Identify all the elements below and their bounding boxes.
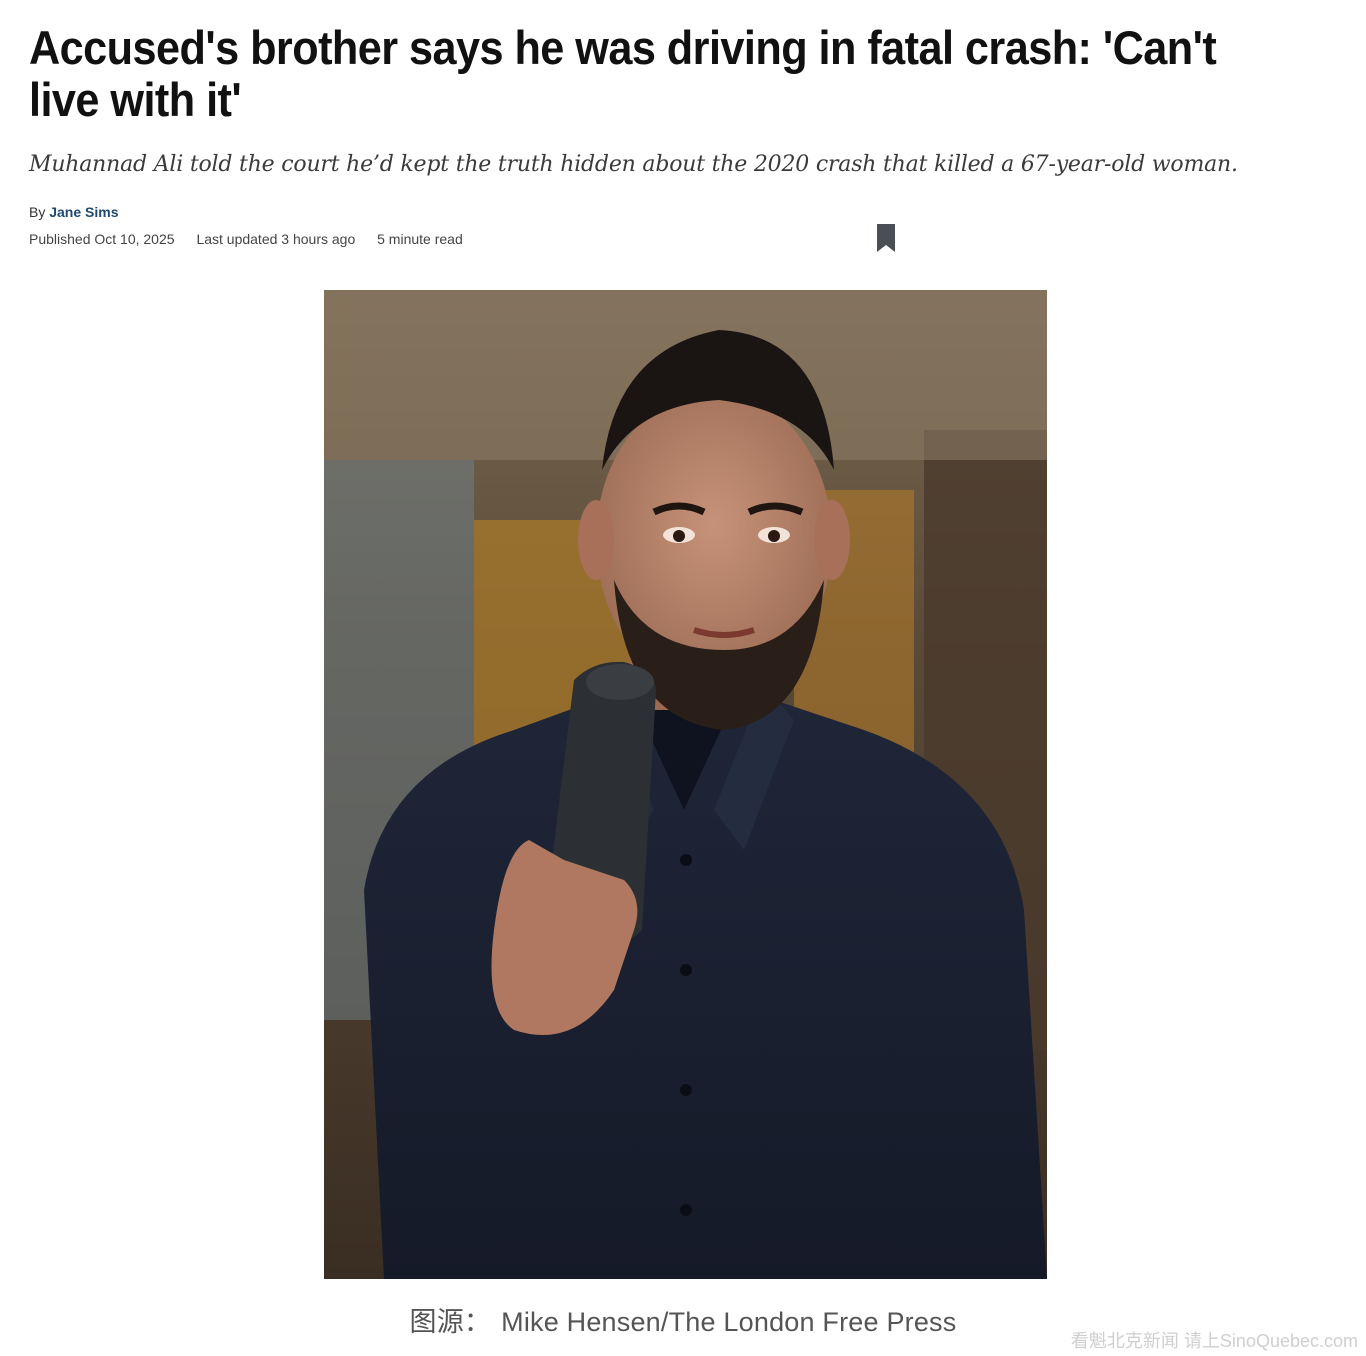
- article-photo: [324, 290, 1047, 1279]
- article-meta: Published Oct 10, 2025 Last updated 3 ho…: [29, 231, 481, 247]
- credit-text: Mike Hensen/The London Free Press: [501, 1307, 957, 1337]
- watermark: 看魁北克新闻 请上SinoQuebec.com: [1070, 1331, 1358, 1351]
- byline: By Jane Sims: [29, 204, 119, 220]
- byline-prefix: By: [29, 204, 46, 220]
- article-dek: Muhannad Ali told the court he’d kept th…: [29, 152, 1238, 177]
- credit-prefix: 图源：: [409, 1307, 492, 1337]
- published-date: Published Oct 10, 2025: [29, 231, 175, 247]
- author-link[interactable]: Jane Sims: [49, 204, 118, 220]
- headline: Accused's brother says he was driving in…: [29, 21, 1217, 126]
- bookmark-icon[interactable]: [876, 223, 896, 253]
- last-updated: Last updated 3 hours ago: [196, 231, 356, 247]
- read-time: 5 minute read: [377, 231, 463, 247]
